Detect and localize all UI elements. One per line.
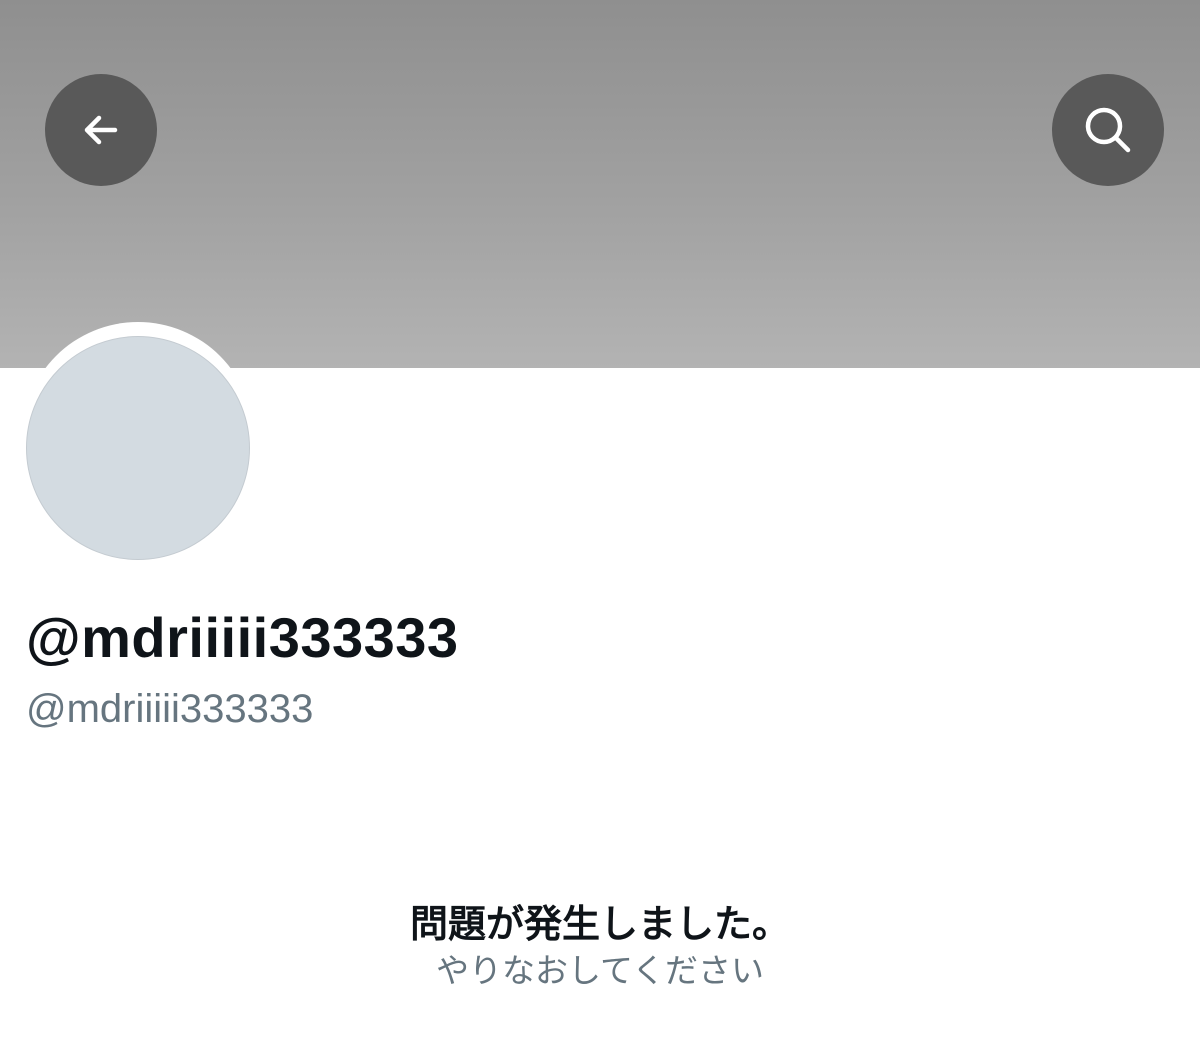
profile-display-name: @mdriiiii333333 xyxy=(26,606,459,669)
profile-banner xyxy=(0,0,1200,368)
back-button[interactable] xyxy=(45,74,157,186)
arrow-left-icon xyxy=(79,108,123,152)
profile-handle: @mdriiiii333333 xyxy=(26,687,314,731)
error-message: 問題が発生しました。 xyxy=(409,902,790,946)
profile-page: @mdriiiii333333 @mdriiiii333333 問題が発生しまし… xyxy=(0,0,1200,1040)
avatar[interactable] xyxy=(26,336,250,560)
search-icon xyxy=(1082,104,1134,156)
search-button[interactable] xyxy=(1052,74,1164,186)
retry-link[interactable]: やりなおしてください xyxy=(0,948,1200,994)
